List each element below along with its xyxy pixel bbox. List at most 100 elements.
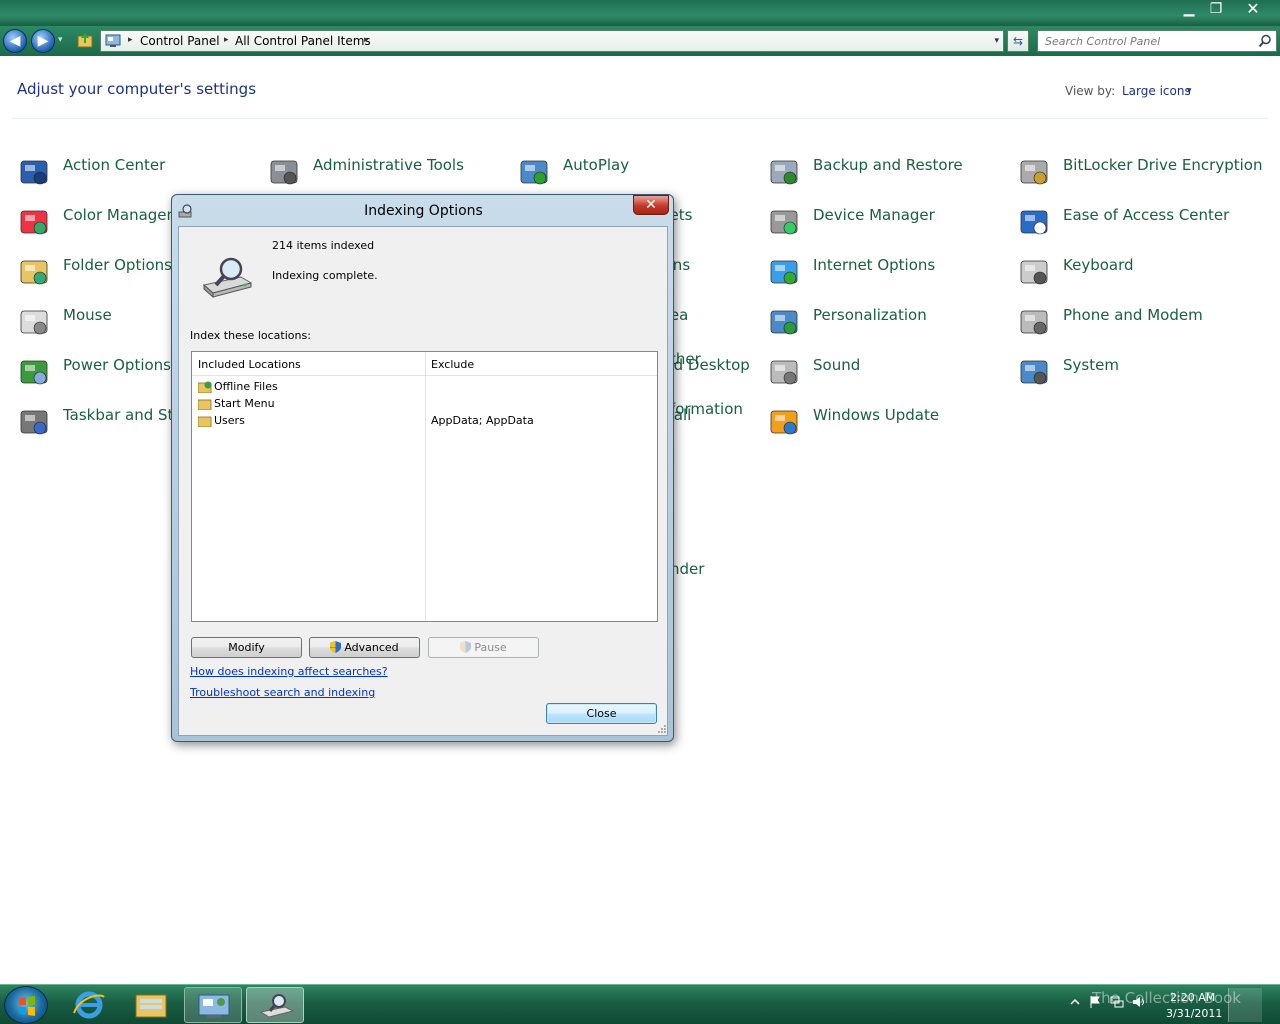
- maximize-button[interactable]: ❐: [1203, 0, 1229, 20]
- dialog-close-button[interactable]: ✕: [633, 195, 669, 215]
- breadcrumb-separator[interactable]: ▸: [364, 35, 369, 45]
- network-icon[interactable]: [1110, 995, 1124, 1009]
- cp-item-label: Phone and Modem: [1063, 306, 1203, 324]
- locations-label: Index these locations:: [190, 329, 311, 342]
- refresh-button[interactable]: ⇆: [1007, 30, 1029, 52]
- cp-item-fragment[interactable]: formation: [670, 400, 743, 418]
- chevron-down-icon[interactable]: ▾: [1187, 86, 1192, 96]
- cp-item-backup[interactable]: Backup and Restore: [768, 148, 1013, 192]
- location-name: Offline Files: [214, 380, 278, 393]
- cp-item-personalization[interactable]: Personalization: [768, 298, 1013, 342]
- cp-item-internet[interactable]: Internet Options: [768, 248, 1013, 292]
- cp-item-label: Administrative Tools: [313, 156, 464, 174]
- clock-date[interactable]: 3/31/2011: [1166, 1007, 1222, 1020]
- cp-item-label: Action Center: [63, 156, 166, 174]
- breadcrumb-separator[interactable]: ▸: [128, 35, 133, 45]
- search-input[interactable]: Search Control Panel: [1037, 30, 1277, 52]
- uac-shield-icon: [330, 641, 342, 653]
- cp-item-ease-access[interactable]: Ease of Access Center: [1018, 198, 1263, 242]
- help-link-troubleshoot[interactable]: Troubleshoot search and indexing: [190, 686, 375, 699]
- recent-pages-dropdown[interactable]: ▾: [58, 35, 63, 45]
- cp-item-keyboard[interactable]: Keyboard: [1018, 248, 1263, 292]
- forward-button[interactable]: ▶: [31, 29, 55, 53]
- sound-icon: [770, 360, 798, 385]
- breadcrumb-control-panel[interactable]: Control Panel: [140, 34, 220, 48]
- view-by-dropdown[interactable]: Large icons: [1122, 84, 1191, 98]
- column-header-included[interactable]: Included Locations: [198, 358, 301, 371]
- advanced-button[interactable]: Advanced: [309, 637, 420, 658]
- location-exclude: AppData; AppData: [431, 414, 534, 427]
- volume-icon[interactable]: [1132, 995, 1146, 1009]
- system-icon: [1020, 360, 1048, 385]
- up-folder-icon[interactable]: [76, 31, 94, 49]
- cp-item-label: AutoPlay: [563, 156, 630, 174]
- cp-item-label: System: [1063, 356, 1119, 374]
- cp-item-bitlocker[interactable]: BitLocker Drive Encryption: [1018, 148, 1263, 192]
- taskbar-indexing-options[interactable]: [246, 987, 304, 1023]
- cp-item-phone[interactable]: Phone and Modem: [1018, 298, 1263, 342]
- folder-icon: [198, 416, 212, 427]
- pause-button[interactable]: Pause: [428, 637, 539, 658]
- address-dropdown[interactable]: ▾: [994, 36, 999, 46]
- start-button[interactable]: [4, 986, 48, 1024]
- indexing-icon: [259, 994, 295, 1018]
- taskbar-control-panel[interactable]: [184, 987, 242, 1023]
- back-button[interactable]: ◀: [3, 29, 27, 53]
- flag-icon: [20, 160, 48, 185]
- breadcrumb-separator[interactable]: ▸: [224, 35, 229, 45]
- show-hidden-icons-icon[interactable]: [1068, 995, 1082, 1009]
- taskbar: The Collection Book 2:20 AM 3/31/2011: [0, 984, 1280, 1024]
- cp-item-autoplay[interactable]: AutoPlay: [518, 148, 763, 192]
- advanced-label: Advanced: [344, 641, 399, 654]
- cp-item-label: BitLocker Drive Encryption: [1063, 156, 1263, 174]
- uac-shield-icon: [460, 641, 472, 653]
- locations-list[interactable]: Included Locations Exclude Offline Files…: [191, 351, 658, 622]
- cp-item-fragment[interactable]: ther: [670, 350, 701, 368]
- taskbar-internet-explorer[interactable]: [60, 987, 118, 1023]
- cp-item-update[interactable]: Windows Update: [768, 398, 1013, 442]
- cp-item-label: Sound: [813, 356, 861, 374]
- close-window-button[interactable]: ✕: [1230, 0, 1276, 20]
- internet-explorer-icon: [73, 991, 105, 1019]
- clock-time[interactable]: 2:20 AM: [1170, 991, 1215, 1004]
- show-desktop-button[interactable]: [1228, 988, 1262, 1022]
- help-link-indexing-affect[interactable]: How does indexing affect searches?: [190, 665, 388, 678]
- window-title: [18, 7, 58, 17]
- view-by-label: View by:: [1065, 84, 1116, 98]
- minimize-button[interactable]: ▁: [1176, 0, 1202, 20]
- divider: [12, 118, 1268, 119]
- action-center-flag-icon[interactable]: [1088, 995, 1102, 1009]
- control-panel-icon: [198, 994, 230, 1018]
- backup-icon: [770, 160, 798, 185]
- list-item[interactable]: Users AppData; AppData: [192, 413, 657, 430]
- folder-icon: [135, 994, 167, 1018]
- search-icon[interactable]: [1258, 34, 1272, 48]
- breadcrumb-all-items[interactable]: All Control Panel Items: [235, 34, 371, 48]
- location-name: Users: [214, 414, 245, 427]
- cp-item-tools[interactable]: Administrative Tools: [268, 148, 513, 192]
- address-bar[interactable]: ▸ Control Panel ▸ All Control Panel Item…: [100, 30, 1004, 52]
- autoplay-icon: [520, 160, 548, 185]
- cp-item-device-manager[interactable]: Device Manager: [768, 198, 1013, 242]
- navigation-bar: ◀ ▶ ▾ ▸ Control Panel ▸ All Control Pane…: [0, 26, 1280, 56]
- cp-item-label: Personalization: [813, 306, 927, 324]
- list-item[interactable]: Offline Files: [192, 379, 657, 396]
- cp-item-flag[interactable]: Action Center: [18, 148, 263, 192]
- list-item[interactable]: Start Menu: [192, 396, 657, 413]
- mouse-icon: [20, 310, 48, 335]
- cp-item-fragment[interactable]: nder: [670, 560, 704, 578]
- title-bar: ▁ ❐ ✕: [0, 0, 1280, 26]
- taskbar-explorer[interactable]: [122, 987, 180, 1023]
- modify-button[interactable]: Modify: [191, 637, 302, 658]
- resize-grip-icon[interactable]: [657, 724, 667, 734]
- column-header-exclude[interactable]: Exclude: [431, 358, 474, 371]
- location-name: Start Menu: [214, 397, 275, 410]
- cp-item-system[interactable]: System: [1018, 348, 1263, 392]
- cp-item-label: Keyboard: [1063, 256, 1134, 274]
- personalization-icon: [770, 310, 798, 335]
- cp-item-sound[interactable]: Sound: [768, 348, 1013, 392]
- close-button[interactable]: Close: [546, 703, 657, 724]
- page-title: Adjust your computer's settings: [17, 80, 257, 98]
- dialog-body: 214 items indexed Indexing complete. Ind…: [178, 226, 668, 736]
- cp-item-label: Windows Update: [813, 406, 940, 424]
